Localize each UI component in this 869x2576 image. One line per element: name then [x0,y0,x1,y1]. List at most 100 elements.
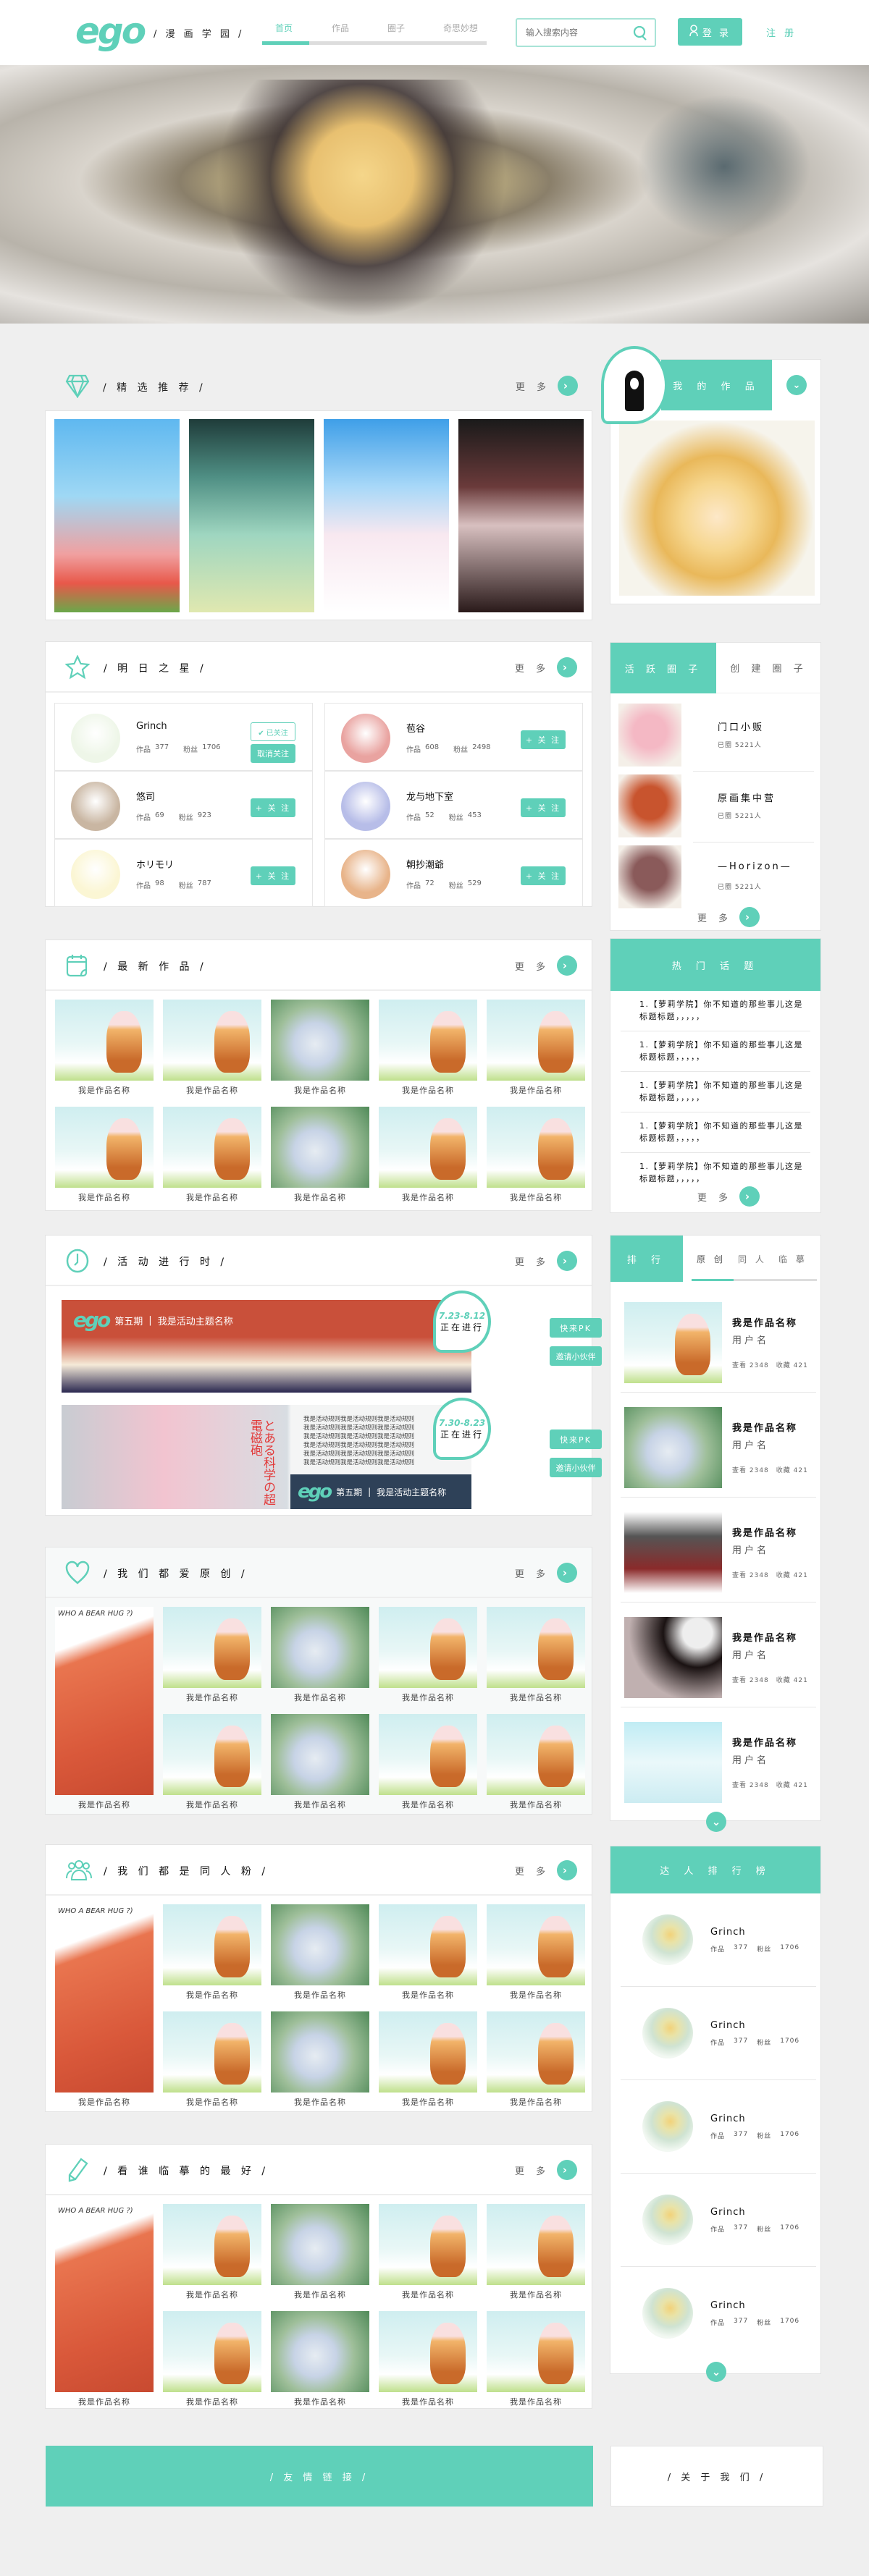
avatar-bubble[interactable] [601,346,668,424]
expert-item[interactable]: Grinch 作品 377 粉丝 1706 [621,2267,816,2360]
work-item[interactable]: WHO A BEAR HUG ?) 我是作品名称 [55,1904,154,2119]
circle-image[interactable] [618,704,681,767]
ranking-item[interactable]: 我是作品名称 用户名 查看 2348 收藏 421 [621,1707,816,1812]
avatar[interactable] [341,850,390,899]
work-item[interactable]: 我是作品名称 [487,2011,585,2119]
work-item[interactable]: 我是作品名称 [271,2011,369,2119]
work-item[interactable]: 我是作品名称 [271,2311,369,2418]
work-item[interactable]: 我是作品名称 [271,1607,369,1714]
my-works-toggle[interactable]: ⌄ [772,360,821,410]
my-work-image[interactable] [619,421,815,596]
work-item[interactable]: WHO A BEAR HUG ?) 我是作品名称 [55,2204,154,2418]
work-item[interactable]: 我是作品名称 [379,1714,477,1821]
avatar[interactable] [71,714,120,763]
work-item[interactable]: 我是作品名称 [379,1904,477,2011]
work-item[interactable]: 我是作品名称 [271,1107,369,1214]
work-item[interactable]: 我是作品名称 [163,1607,261,1714]
work-item[interactable]: 我是作品名称 [163,2204,261,2311]
topic-item[interactable]: 1.【萝莉学院】你不知道的那些事儿这是标题标题，，，，， [621,1112,810,1153]
ranking-item[interactable]: 我是作品名称 用户名 查看 2348 收藏 421 [621,1288,816,1393]
work-item[interactable]: 我是作品名称 [163,1714,261,1821]
user-name[interactable]: Grinch [136,721,167,732]
hero-banner[interactable] [0,65,869,324]
unfollow-button[interactable]: 取消关注 [251,744,295,763]
work-item[interactable]: 我是作品名称 [487,1000,585,1107]
pk-button[interactable]: 快来PK [550,1430,602,1449]
more-link[interactable]: 更 多 › [516,376,578,396]
work-item[interactable]: 我是作品名称 [379,1107,477,1214]
work-item[interactable]: 我是作品名称 [379,1000,477,1107]
search-input[interactable] [517,20,626,46]
more-link[interactable]: 更 多 › [515,657,577,677]
work-item[interactable]: 我是作品名称 [163,1107,261,1214]
avatar[interactable] [71,850,120,899]
work-item[interactable]: 我是作品名称 [487,2311,585,2418]
follow-button[interactable]: + 关 注 [521,798,566,817]
more-link[interactable]: 更 多 › [515,1563,577,1583]
more-link[interactable]: 更 多 › [697,1186,760,1207]
work-item[interactable]: 我是作品名称 [379,2311,477,2418]
pk-button[interactable]: 快来PK [550,1318,602,1338]
ranking-item[interactable]: 我是作品名称 用户名 查看 2348 收藏 421 [621,1498,816,1602]
expert-item[interactable]: Grinch 作品 377 粉丝 1706 [621,2080,816,2174]
more-link[interactable]: 更 多 › [515,2160,577,2180]
work-item[interactable]: 我是作品名称 [487,1607,585,1714]
nav-item[interactable]: 作品 [332,22,349,34]
circle-image[interactable] [618,774,681,837]
work-item[interactable]: 我是作品名称 [379,2204,477,2311]
expert-item[interactable]: Grinch 作品 377 粉丝 1706 [621,1893,816,1987]
circle-image[interactable] [618,845,681,908]
expert-item[interactable]: Grinch 作品 377 粉丝 1706 [621,1987,816,2080]
avatar[interactable] [341,714,390,763]
user-name[interactable]: ホリモリ [136,857,174,871]
event-banner[interactable]: ego 第五期 | 我是活动主题名称 [62,1300,471,1393]
follow-button[interactable]: + 关 注 [521,730,566,749]
work-item[interactable]: 我是作品名称 [487,2204,585,2311]
event-banner[interactable]: とある科学の超電磁砲 我是活动规则我是活动规则我是活动规则 我是活动规则我是活动规则… [62,1405,471,1509]
work-item[interactable]: 我是作品名称 [271,2204,369,2311]
circle-name[interactable]: 原画集中营 [718,790,776,804]
work-item[interactable]: 我是作品名称 [379,2011,477,2119]
invite-button[interactable]: 邀请小伙伴 [550,1346,602,1366]
about-us[interactable]: / 关 于 我 们 / [610,2446,823,2507]
user-name[interactable]: 龙与地下室 [406,789,453,803]
work-item[interactable]: 我是作品名称 [163,1000,261,1107]
follow-button[interactable]: + 关 注 [521,866,566,885]
expert-item[interactable]: Grinch 作品 377 粉丝 1706 [621,2174,816,2267]
nav-item[interactable]: 首页 [275,22,293,34]
circle-name[interactable]: —Horizon— [718,861,792,872]
follow-button[interactable]: + 关 注 [251,798,295,817]
topic-item[interactable]: 1.【萝莉学院】你不知道的那些事儿这是标题标题，，，，， [621,1031,810,1072]
work-item[interactable]: WHO A BEAR HUG ?) 我是作品名称 [55,1607,154,1821]
logo[interactable]: ego [75,13,146,49]
work-item[interactable]: 我是作品名称 [271,1904,369,2011]
work-item[interactable]: 我是作品名称 [487,1904,585,2011]
search-icon[interactable] [633,25,647,44]
expand-chevron-down-icon[interactable]: ⌄ [706,2362,726,2382]
nav-item[interactable]: 奇思妙想 [443,22,478,34]
more-link[interactable]: 更 多 › [515,955,577,976]
work-item[interactable]: 我是作品名称 [55,1107,154,1214]
work-item[interactable]: 我是作品名称 [163,2311,261,2418]
invite-button[interactable]: 邀请小伙伴 [550,1458,602,1477]
register-link[interactable]: 注 册 [766,25,797,39]
expand-chevron-down-icon[interactable]: ⌄ [706,1812,726,1832]
work-item[interactable]: 我是作品名称 [163,1904,261,2011]
user-name[interactable]: 朝抄潮爺 [406,857,444,871]
avatar[interactable] [341,782,390,831]
work-item[interactable]: 我是作品名称 [163,2011,261,2119]
featured-image[interactable] [54,419,180,612]
nav-item[interactable]: 圈子 [387,22,405,34]
more-link[interactable]: 更 多 › [515,1860,577,1880]
work-item[interactable]: 我是作品名称 [271,1000,369,1107]
ranking-tab[interactable]: 原 创 [697,1253,726,1265]
ranking-tab[interactable]: 临 摹 [778,1253,807,1265]
more-link[interactable]: 更 多 › [697,907,760,927]
ranking-tab[interactable]: 同 人 [738,1253,767,1265]
tab-create-circle[interactable]: 创 建 圈 子 [716,643,821,693]
ranking-item[interactable]: 我是作品名称 用户名 查看 2348 收藏 421 [621,1393,816,1498]
more-link[interactable]: 更 多 › [515,1251,577,1271]
user-name[interactable]: 悠司 [136,789,155,803]
circle-name[interactable]: 门口小贩 [718,719,764,733]
login-button[interactable]: 登 录 [678,18,742,46]
